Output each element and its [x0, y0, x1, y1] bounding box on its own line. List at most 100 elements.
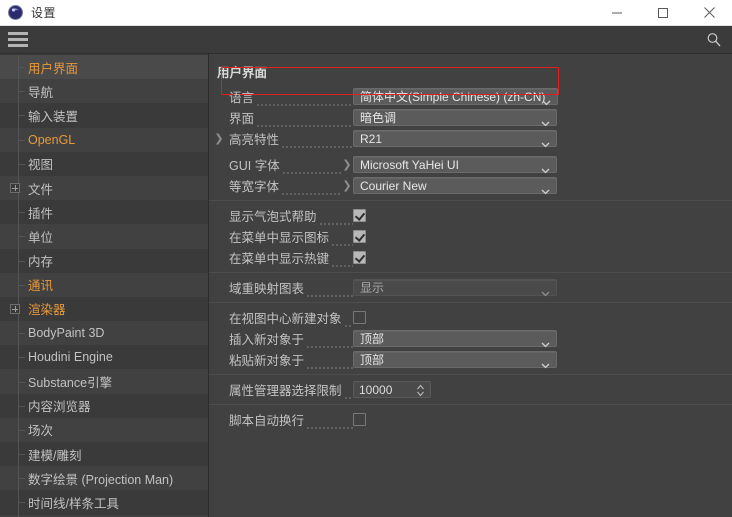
checkbox-13[interactable] [353, 413, 366, 426]
dropdown-8[interactable]: 显示 [353, 279, 557, 296]
sidebar-item-label: Houdini Engine [28, 350, 113, 365]
label-dot-leader [306, 358, 353, 370]
settings-rows: 语言 简体中文(Simple Chinese) (zh-CN) 界面 暗色调 ❯ 高亮特性… [209, 86, 732, 430]
tree-branch-tick [18, 260, 25, 262]
tree-branch-tick [18, 139, 25, 141]
sidebar-item[interactable]: 导航 [0, 79, 208, 104]
tree-branch-tick [18, 478, 25, 480]
sidebar-item[interactable]: 用户界面 [0, 55, 208, 80]
number-stepper-12[interactable]: 10000 [353, 381, 431, 398]
sidebar-item-label: 视图 [28, 158, 54, 173]
label-dot-leader [256, 116, 353, 128]
chevron-right-icon[interactable]: ❯ [341, 179, 353, 192]
dropdown-value: 顶部 [360, 332, 385, 346]
checkbox-7[interactable] [353, 251, 366, 264]
hamburger-menu-icon[interactable] [8, 32, 28, 47]
setting-label: 在视图中心新建对象 [229, 312, 342, 326]
setting-label-cell: 在视图中心新建对象 [229, 307, 353, 328]
dropdown-value: R21 [360, 131, 383, 146]
tree-branch-tick [18, 284, 25, 286]
sidebar-item[interactable]: 视图 [0, 151, 208, 176]
expand-plus-icon[interactable] [10, 303, 20, 314]
minimize-icon[interactable] [594, 0, 640, 25]
label-dot-leader [256, 95, 353, 107]
setting-row: 等宽字体 ❯ Courier New [209, 175, 732, 196]
setting-label: 在菜单中显示图标 [229, 231, 330, 245]
sidebar-item[interactable]: 时间线/样条工具 [0, 490, 208, 515]
checkbox-9[interactable] [353, 311, 366, 324]
dropdown-value: 简体中文(Simple Chinese) (zh-CN) [360, 90, 546, 104]
stepper-arrows-icon[interactable] [416, 384, 425, 397]
label-dot-leader [306, 337, 353, 349]
dropdown-11[interactable]: 顶部 [353, 351, 557, 368]
search-icon[interactable] [706, 32, 722, 48]
dropdown-value: Courier New [360, 178, 427, 193]
row-separator [209, 200, 732, 201]
tree-branch-tick [18, 163, 25, 165]
expand-plus-icon[interactable] [10, 183, 20, 194]
sidebar-item[interactable]: 建模/雕刻 [0, 442, 208, 467]
setting-label-cell: 等宽字体 ❯ [229, 175, 353, 196]
sidebar-item[interactable]: 场次 [0, 417, 208, 442]
label-dot-leader [331, 256, 353, 268]
sidebar-item-label: 通讯 [28, 279, 54, 294]
dropdown-2[interactable]: R21 [353, 130, 557, 147]
sidebar-item[interactable]: 内存 [0, 248, 208, 273]
sidebar-item[interactable]: 输入装置 [0, 103, 208, 128]
label-dot-leader [343, 388, 353, 400]
tree-branch-tick [18, 236, 25, 238]
checkbox-6[interactable] [353, 230, 366, 243]
chevron-down-icon [541, 284, 550, 302]
sidebar-item-label: 数字绘景 (Projection Man) [28, 472, 174, 487]
sidebar-item[interactable]: 数字绘景 (Projection Man) [0, 466, 208, 491]
label-dot-leader [281, 137, 353, 149]
sidebar-item-label: BodyPaint 3D [28, 326, 105, 341]
label-dot-leader [306, 286, 353, 298]
maximize-icon[interactable] [640, 0, 686, 25]
sidebar-item[interactable]: 内容浏览器 [0, 393, 208, 418]
tree-branch-tick [18, 454, 25, 456]
sidebar-item-label: 输入装置 [28, 109, 79, 124]
setting-label-cell: 界面 [229, 107, 353, 128]
sidebar-item[interactable]: BodyPaint 3D [0, 321, 208, 346]
sidebar-item-label: OpenGL [28, 132, 76, 147]
dropdown-0[interactable]: 简体中文(Simple Chinese) (zh-CN) [353, 88, 558, 105]
sidebar-item-label: 导航 [28, 85, 54, 100]
sidebar-item-label: 文件 [28, 182, 54, 197]
sidebar-item-label: 内容浏览器 [28, 400, 91, 415]
sidebar-item[interactable]: 文件 [0, 175, 208, 201]
sidebar-item[interactable]: OpenGL [0, 127, 208, 152]
setting-label: 域重映射图表 [229, 282, 305, 296]
sidebar-item[interactable]: 渲染器 [0, 296, 208, 322]
sidebar-item[interactable]: 单位 [0, 224, 208, 249]
sidebar-item[interactable]: Houdini Engine [0, 345, 208, 370]
dropdown-4[interactable]: Courier New [353, 177, 557, 194]
setting-label: 在菜单中显示热键 [229, 252, 330, 266]
dropdown-10[interactable]: 顶部 [353, 330, 557, 347]
setting-row: 界面 暗色调 [209, 107, 732, 128]
chevron-down-icon [541, 135, 550, 153]
dropdown-value: 顶部 [360, 353, 385, 367]
settings-content-panel: 用户界面 语言 简体中文(Simple Chinese) (zh-CN) 界面 暗色调… [209, 54, 732, 517]
setting-row: 在菜单中显示图标 [209, 226, 732, 247]
cinema4d-logo-icon [8, 5, 23, 20]
sidebar-item[interactable]: Substance引擎 [0, 369, 208, 394]
dropdown-3[interactable]: Microsoft YaHei UI [353, 156, 557, 173]
settings-tree-sidebar[interactable]: 用户界面导航输入装置 OpenGL 视图文件插件单位 内存通讯渲染器 BodyPaint… [0, 54, 209, 517]
setting-label-cell: 脚本自动换行 [229, 409, 353, 430]
close-icon[interactable] [686, 0, 732, 25]
sidebar-item[interactable]: 插件 [0, 200, 208, 225]
dropdown-value: 暗色调 [360, 111, 397, 125]
label-dot-leader [281, 184, 341, 196]
label-dot-leader [318, 214, 353, 226]
setting-label-cell: GUI 字体 ❯ [229, 154, 353, 175]
chevron-right-icon[interactable]: ❯ [341, 158, 353, 171]
chevron-right-icon[interactable]: ❯ [213, 133, 225, 145]
sidebar-item-label: 建模/雕刻 [28, 448, 82, 463]
sidebar-item-label: 插件 [28, 206, 54, 221]
checkbox-5[interactable] [353, 209, 366, 222]
setting-row: 粘贴新对象于 顶部 [209, 349, 732, 370]
sidebar-item[interactable]: 通讯 [0, 272, 208, 297]
dropdown-1[interactable]: 暗色调 [353, 109, 557, 126]
row-separator [209, 272, 732, 273]
